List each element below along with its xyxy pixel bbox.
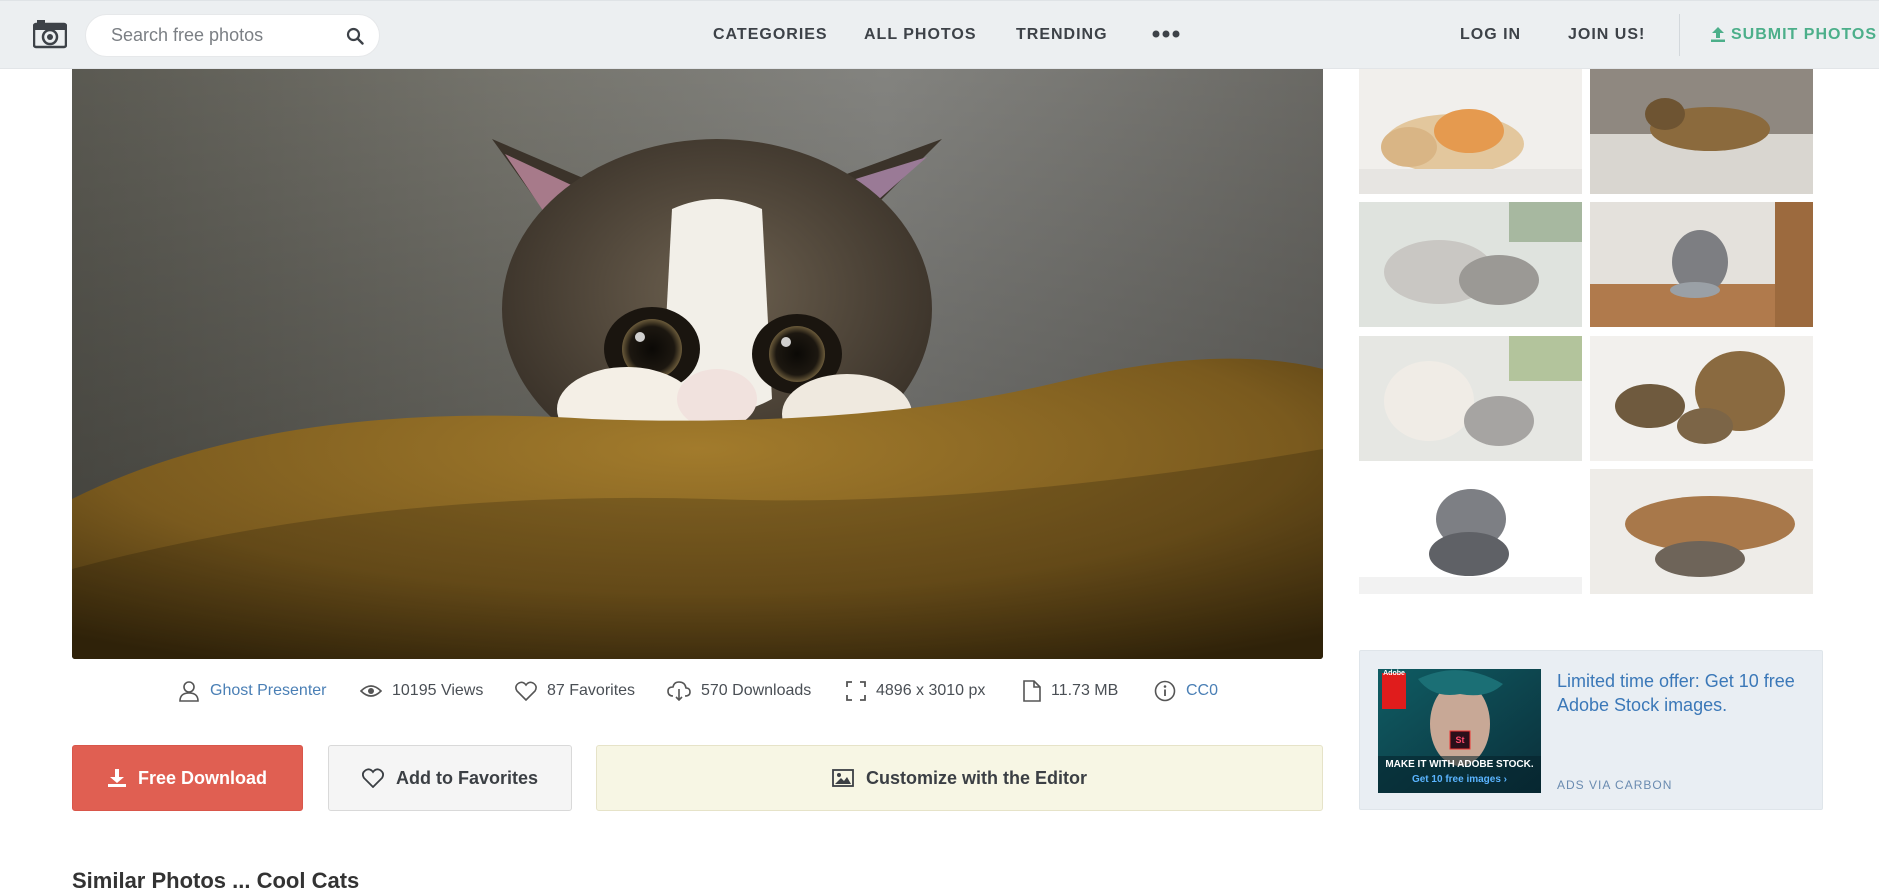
- nav-categories[interactable]: CATEGORIES: [713, 26, 828, 44]
- info-icon: [1154, 680, 1176, 702]
- thumbnail-image: [1590, 202, 1813, 327]
- ad-image[interactable]: Adobe St MAKE IT WITH ADOBE STOCK. Get 1…: [1378, 669, 1541, 793]
- download-icon: [107, 769, 126, 787]
- downloads-count: 570 Downloads: [701, 682, 812, 699]
- top-header: CATEGORIES ALL PHOTOS TRENDING LOG IN JO…: [0, 0, 1879, 69]
- thumbnail-image: [1590, 69, 1813, 194]
- image-icon: [832, 769, 854, 787]
- thumbnail-image: [1590, 469, 1813, 594]
- customize-editor-button[interactable]: Customize with the Editor: [596, 745, 1323, 811]
- upload-icon: [1711, 27, 1725, 42]
- author-name-link[interactable]: Ghost Presenter: [210, 682, 327, 700]
- carbon-ad[interactable]: Adobe St MAKE IT WITH ADOBE STOCK. Get 1…: [1359, 650, 1823, 810]
- thumbnail-tabby-lying[interactable]: [1590, 69, 1813, 194]
- header-divider: [1679, 14, 1680, 56]
- heart-icon: [515, 681, 537, 701]
- thumbnail-cat-eating[interactable]: [1590, 202, 1813, 327]
- adobe-logo-text: Adobe: [1383, 670, 1405, 677]
- more-dots-icon[interactable]: [1152, 25, 1180, 43]
- views-count: 10195 Views: [392, 682, 484, 699]
- thumbnail-grey-cat-licking[interactable]: [1359, 469, 1582, 594]
- customize-editor-label: Customize with the Editor: [865, 767, 1087, 788]
- file-size-meta: 11.73 MB: [1023, 677, 1118, 705]
- search-input[interactable]: [111, 15, 331, 56]
- dimensions-meta: 4896 x 3010 px: [846, 677, 985, 705]
- views-meta: 10195 Views: [360, 677, 483, 705]
- add-to-favorites-button[interactable]: Add to Favorites: [328, 745, 572, 811]
- thumbnail-image: [1590, 336, 1813, 461]
- free-download-label: Free Download: [137, 767, 267, 788]
- thumbnail-image: [1359, 202, 1582, 327]
- submit-photos-label: SUBMIT PHOTOS: [1731, 26, 1878, 43]
- author-meta[interactable]: Ghost Presenter: [178, 677, 327, 705]
- expand-icon: [846, 681, 866, 701]
- search-bar: [85, 14, 380, 57]
- cloud-download-icon: [667, 681, 691, 701]
- file-size-value: 11.73 MB: [1051, 682, 1119, 699]
- thumbnail-white-cat-kitten[interactable]: [1359, 336, 1582, 461]
- thumbnail-mother-with-kittens[interactable]: [1590, 336, 1813, 461]
- file-icon: [1023, 680, 1041, 702]
- thumbnail-cat-and-kitten[interactable]: [1359, 202, 1582, 327]
- ad-image-caption: MAKE IT WITH ADOBE STOCK.: [1385, 759, 1534, 770]
- license-meta[interactable]: CC0: [1154, 677, 1218, 705]
- favorites-meta: 87 Favorites: [515, 677, 635, 705]
- add-to-favorites-label: Add to Favorites: [395, 767, 538, 788]
- user-icon: [179, 681, 199, 702]
- ads-via-carbon-link[interactable]: ADS VIA CARBON: [1557, 778, 1672, 792]
- thumbnail-nursing-cat[interactable]: [1590, 469, 1813, 594]
- thumbnail-dog-and-kitten[interactable]: [1359, 69, 1582, 194]
- kitten-photo-image: [72, 69, 1323, 659]
- thumbnail-image: [1359, 336, 1582, 461]
- favorites-count: 87 Favorites: [547, 682, 636, 699]
- dimensions-value: 4896 x 3010 px: [876, 682, 986, 699]
- license-link[interactable]: CC0: [1186, 682, 1218, 700]
- nav-log-in[interactable]: LOG IN: [1460, 26, 1521, 44]
- main-photo[interactable]: [72, 69, 1323, 659]
- search-icon[interactable]: [346, 27, 364, 45]
- nav-all-photos[interactable]: ALL PHOTOS: [864, 26, 977, 44]
- thumbnail-image: [1359, 69, 1582, 194]
- heart-outline-icon: [361, 768, 384, 788]
- eye-icon: [360, 685, 382, 697]
- ad-image-subcaption: Get 10 free images ›: [1411, 774, 1508, 785]
- free-download-button[interactable]: Free Download: [72, 745, 303, 811]
- ad-offer-link[interactable]: Limited time offer: Get 10 free Adobe St…: [1557, 669, 1807, 717]
- thumbnail-image: [1359, 469, 1582, 594]
- nav-join-us[interactable]: JOIN US!: [1568, 26, 1645, 44]
- downloads-meta: 570 Downloads: [667, 677, 811, 705]
- camera-logo-icon[interactable]: [33, 19, 67, 49]
- similar-photos-heading: Similar Photos ... Cool Cats: [72, 868, 360, 893]
- stock-badge: St: [1455, 735, 1465, 745]
- nav-trending[interactable]: TRENDING: [1016, 26, 1108, 44]
